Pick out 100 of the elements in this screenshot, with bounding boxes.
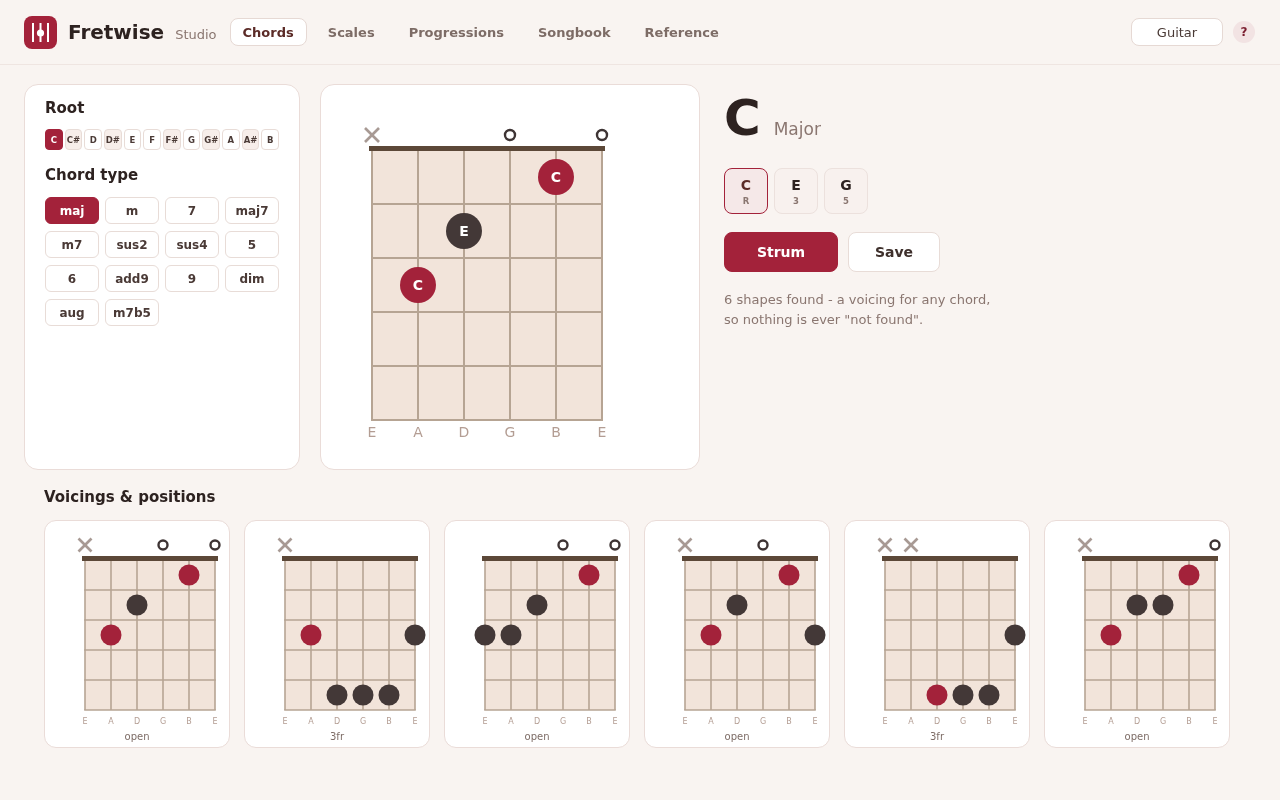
string-label: D [533, 716, 541, 726]
voicing-card[interactable]: E A D G B E 3fr [244, 520, 430, 748]
position-label: open [724, 730, 750, 742]
nav-tab[interactable]: Songbook [524, 18, 624, 46]
string-label: E [82, 716, 88, 726]
string-label: D [933, 716, 941, 726]
strum-button[interactable]: Strum [724, 232, 838, 272]
voicing-card[interactable]: E A D G B E 3fr [844, 520, 1030, 748]
root-chip[interactable]: G [182, 129, 201, 150]
string-label: D [458, 424, 470, 440]
root-chip[interactable]: D [84, 129, 102, 150]
string-label: G [959, 716, 967, 726]
string-label: G [504, 424, 516, 440]
chord-type-chip[interactable]: 6 [45, 265, 99, 292]
chord-symbol: C [724, 93, 761, 143]
string-label: E [1012, 716, 1018, 726]
string-label: A [308, 716, 314, 726]
root-chip[interactable]: F [143, 129, 162, 150]
string-label: G [1159, 716, 1167, 726]
position-label: open [1124, 730, 1150, 742]
string-label: G [559, 716, 567, 726]
section-title: Root [45, 98, 86, 118]
string-label: B [986, 716, 992, 726]
string-label: D [733, 716, 741, 726]
root-chip[interactable]: F# [163, 129, 181, 150]
string-label: B [786, 716, 792, 726]
finger-dot: C [400, 267, 436, 303]
chord-type-chip[interactable]: m7b5 [105, 299, 159, 326]
app-edition: Studio [175, 27, 217, 42]
chord-type-chip[interactable]: m [105, 197, 159, 224]
string-label: D [333, 716, 341, 726]
string-label: G [359, 716, 367, 726]
position-label: 3fr [330, 730, 344, 742]
section-title: Chord type [45, 165, 140, 185]
save-button[interactable]: Save [848, 232, 940, 272]
root-chip[interactable]: E [123, 129, 142, 150]
root-chip[interactable]: A [222, 129, 240, 150]
voicing-card[interactable]: E A D G B E open [44, 520, 230, 748]
chord-type-chip[interactable]: m7 [45, 231, 99, 258]
chord-quality: Major [773, 119, 821, 139]
root-chip[interactable]: B [261, 129, 280, 150]
note-chip[interactable]: C R [724, 168, 768, 214]
section-title: Voicings & positions [44, 487, 217, 507]
string-label: E [1212, 716, 1218, 726]
chord-type-chip[interactable]: maj [45, 197, 99, 224]
string-label: D [133, 716, 141, 726]
string-label: E [812, 716, 818, 726]
root-chip[interactable]: A# [241, 129, 260, 150]
string-label: A [908, 716, 914, 726]
string-label: A [508, 716, 514, 726]
string-label: A [708, 716, 714, 726]
position-label: open [124, 730, 150, 742]
chord-type-chip[interactable]: 9 [165, 265, 219, 292]
string-label: B [1186, 716, 1192, 726]
string-label: E [482, 716, 488, 726]
root-chip[interactable]: C# [64, 129, 83, 150]
nav-tab[interactable]: Chords [229, 18, 307, 46]
string-label: E [412, 716, 418, 726]
logo-icon [24, 15, 57, 49]
chord-type-chip[interactable]: dim [225, 265, 279, 292]
string-label: E [682, 716, 688, 726]
string-label: E [882, 716, 888, 726]
instrument-button[interactable]: Guitar [1131, 18, 1223, 46]
chord-type-chip[interactable]: 7 [165, 197, 219, 224]
string-label: B [586, 716, 592, 726]
string-label: B [186, 716, 192, 726]
chord-type-chip[interactable]: sus2 [105, 231, 159, 258]
app-name: Fretwise [68, 20, 165, 44]
string-label: A [413, 424, 423, 440]
voicing-card[interactable]: E A D G B E open [444, 520, 630, 748]
string-label: E [612, 716, 618, 726]
string-label: D [1133, 716, 1141, 726]
voicing-card[interactable]: E A D G B E open [644, 520, 830, 748]
string-label: A [108, 716, 114, 726]
chord-type-chip[interactable]: 5 [225, 231, 279, 258]
string-label: B [386, 716, 392, 726]
finger-dot: C [538, 159, 574, 195]
chord-type-chip[interactable]: sus4 [165, 231, 219, 258]
nav-tab[interactable]: Reference [631, 18, 732, 46]
root-chip[interactable]: C [45, 129, 63, 150]
finger-dot: E [446, 213, 482, 249]
string-label: E [282, 716, 288, 726]
help-button[interactable]: ? [1233, 21, 1255, 43]
note-chip[interactable]: E 3 [774, 168, 818, 214]
string-label: E [367, 424, 377, 440]
chord-type-chip[interactable]: aug [45, 299, 99, 326]
summary-text: 6 shapes found - a voicing for any chord, so nothing is ever "not found". [724, 291, 992, 329]
string-label: A [1108, 716, 1114, 726]
nav-tab[interactable]: Progressions [395, 18, 517, 46]
position-label: open [524, 730, 550, 742]
string-label: E [1082, 716, 1088, 726]
chord-type-chip[interactable]: maj7 [225, 197, 279, 224]
note-chip[interactable]: G 5 [824, 168, 868, 214]
voicing-card[interactable]: E A D G B E open [1044, 520, 1230, 748]
root-chip[interactable]: D# [104, 129, 122, 150]
root-chip[interactable]: G# [202, 129, 221, 150]
chord-type-chip[interactable]: add9 [105, 265, 159, 292]
string-label: G [759, 716, 767, 726]
string-label: E [597, 424, 607, 440]
nav-tab[interactable]: Scales [314, 18, 388, 46]
